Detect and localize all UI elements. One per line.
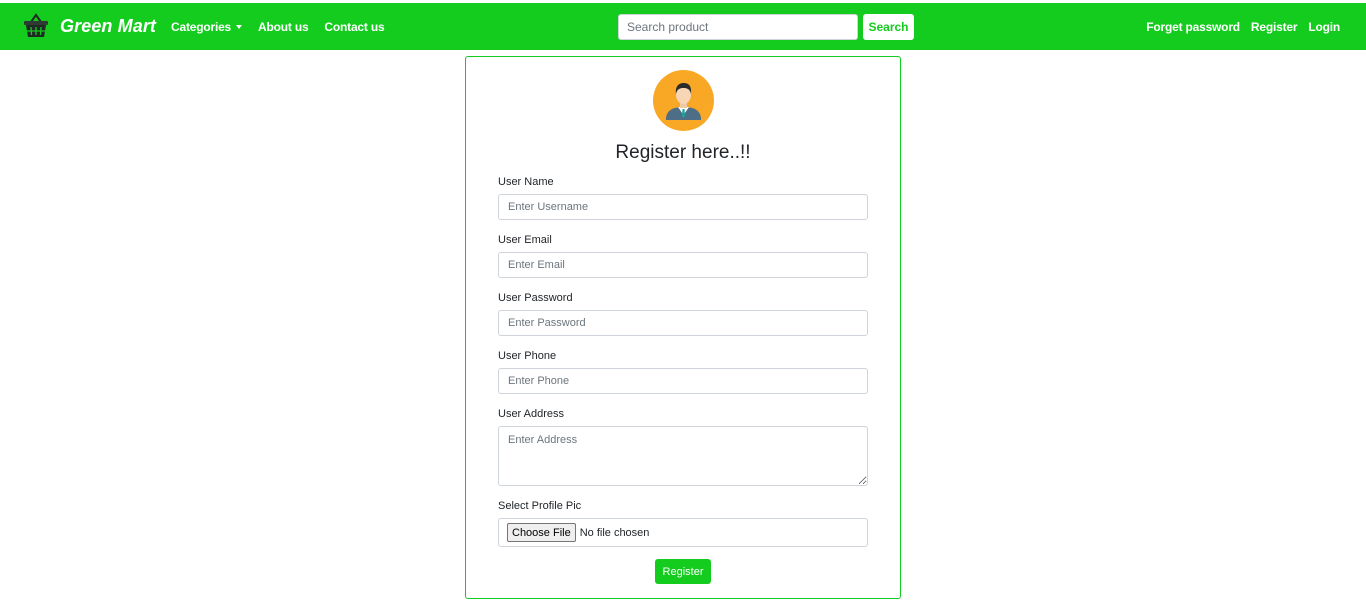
address-label: User Address: [498, 408, 565, 420]
nav-categories-dropdown[interactable]: Categories: [171, 19, 243, 34]
username-label: User Name: [498, 176, 554, 188]
phone-group: User Phone: [498, 349, 868, 394]
address-group: User Address: [498, 407, 868, 486]
nav-register-link[interactable]: Register: [1251, 20, 1298, 34]
search-form: Search: [618, 14, 914, 40]
register-form: User Name User Email User Password User …: [498, 175, 868, 584]
email-input[interactable]: [498, 252, 868, 278]
nav-right: Forget password Register Login: [1135, 3, 1340, 50]
password-input[interactable]: [498, 310, 868, 336]
username-input[interactable]: [498, 194, 868, 220]
caret-down-icon: [236, 24, 243, 29]
brand-link[interactable]: Green Mart: [22, 11, 156, 41]
user-avatar-icon: [653, 70, 714, 131]
email-label: User Email: [498, 234, 552, 246]
nav-about-link[interactable]: About us: [258, 20, 309, 34]
profile-pic-label: Select Profile Pic: [498, 500, 582, 512]
register-submit-button[interactable]: Register: [655, 559, 711, 584]
file-input[interactable]: Choose File No file chosen: [498, 518, 868, 547]
phone-label: User Phone: [498, 350, 557, 362]
address-textarea[interactable]: [498, 426, 868, 486]
phone-input[interactable]: [498, 368, 868, 394]
nav-contact-link[interactable]: Contact us: [324, 20, 384, 34]
choose-file-button[interactable]: Choose File: [507, 523, 576, 542]
search-button[interactable]: Search: [863, 14, 914, 40]
profile-pic-group: Select Profile Pic Choose File No file c…: [498, 499, 868, 547]
email-group: User Email: [498, 233, 868, 278]
password-group: User Password: [498, 291, 868, 336]
register-card: Register here..!! User Name User Email U…: [465, 56, 901, 599]
nav-categories-label: Categories: [171, 19, 232, 34]
password-label: User Password: [498, 292, 573, 304]
submit-wrap: Register: [498, 559, 868, 584]
basket-icon: [24, 13, 48, 37]
username-group: User Name: [498, 175, 868, 220]
page-title: Register here..!!: [615, 142, 751, 163]
nav-left: Categories About us Contact us: [171, 3, 400, 50]
search-input[interactable]: [618, 14, 858, 40]
navbar: Green Mart Categories About us Contact u…: [0, 3, 1366, 50]
file-status: No file chosen: [579, 526, 650, 539]
nav-login-link[interactable]: Login: [1308, 20, 1340, 34]
nav-forget-password-link[interactable]: Forget password: [1146, 20, 1240, 34]
brand-name: Green Mart: [60, 15, 157, 36]
